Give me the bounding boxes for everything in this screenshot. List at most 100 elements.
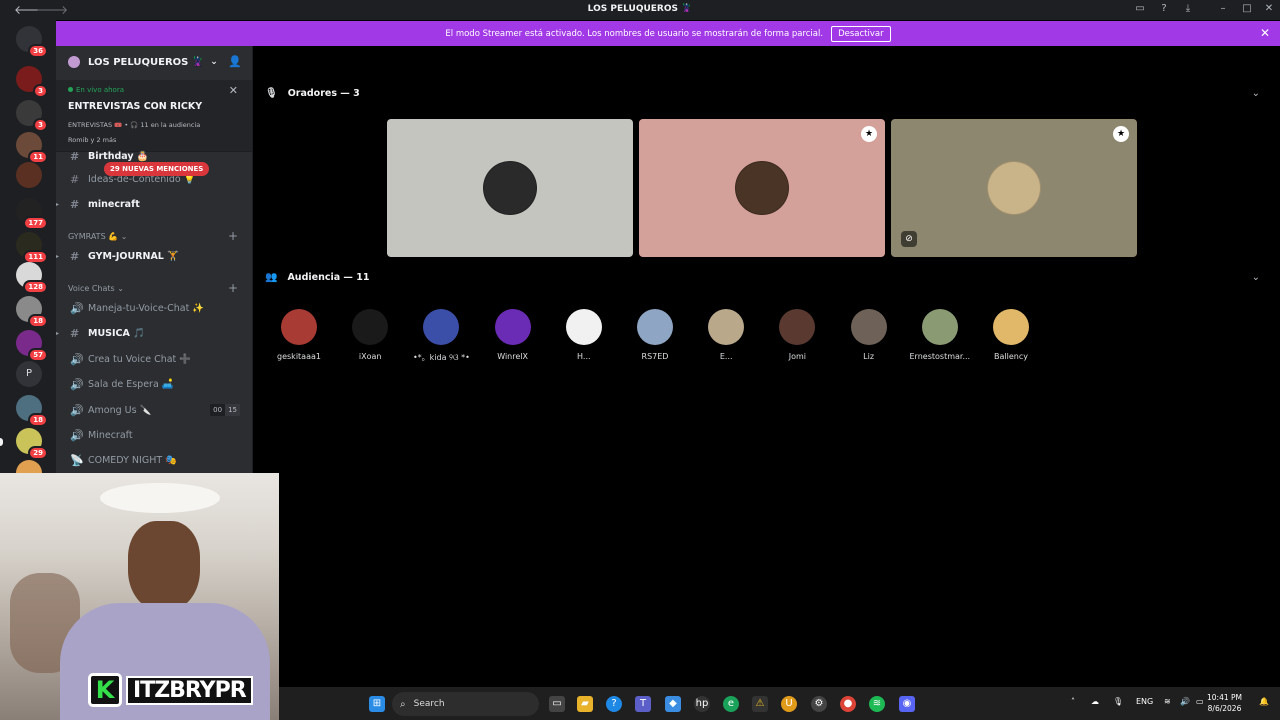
audience-member[interactable]: RS7ED bbox=[622, 309, 688, 361]
logo-k: K bbox=[88, 673, 122, 707]
audience-member[interactable]: Liz bbox=[836, 309, 902, 361]
channel-label: Minecraft bbox=[88, 429, 133, 441]
audience-name: geskitaaa1 bbox=[277, 352, 321, 361]
channel-musica[interactable]: ▸ # MUSICA 🎵 bbox=[56, 323, 252, 343]
maximize-icon[interactable]: □ bbox=[1240, 3, 1254, 14]
hash-icon: # bbox=[70, 172, 80, 186]
audience-member[interactable]: iXoan bbox=[337, 309, 403, 361]
server-icon[interactable]: 128 bbox=[16, 262, 48, 294]
server-icon[interactable]: 111 bbox=[16, 232, 48, 264]
voice-channel[interactable]: 🔊 Sala de Espera 🛋️ bbox=[56, 374, 252, 394]
audience-member[interactable]: Jomi bbox=[764, 309, 830, 361]
voice-channel[interactable]: 🔊 Among Us 🔪 00 15 bbox=[56, 400, 252, 420]
server-icon[interactable]: 3 bbox=[16, 66, 48, 98]
chevron-down-icon[interactable]: ⌄ bbox=[1252, 272, 1260, 283]
category-gymrats[interactable]: GYMRATS 💪 ⌄ + bbox=[68, 229, 238, 243]
server-icon[interactable] bbox=[16, 162, 42, 188]
channel-gym-journal[interactable]: ▸ # GYM-JOURNAL 🏋️ bbox=[56, 246, 252, 266]
server-icon[interactable]: 57 bbox=[16, 330, 48, 362]
stage-channel[interactable]: 📡 COMEDY NIGHT 🎭 bbox=[56, 450, 252, 470]
windows-start-icon[interactable]: ⊞ bbox=[369, 696, 385, 712]
live-label: En vivo ahora bbox=[68, 86, 124, 94]
hash-icon: # bbox=[70, 197, 80, 211]
spotify-icon[interactable]: ≋ bbox=[869, 696, 885, 712]
speaker-icon: 🔊 bbox=[70, 301, 84, 315]
voice-channel[interactable]: 🔊 Minecraft bbox=[56, 425, 252, 445]
new-mentions-pill[interactable]: 29 NUEVAS MENCIONES bbox=[104, 162, 210, 176]
audience-member[interactable]: •*。kida ୨ଓ *• bbox=[408, 309, 474, 363]
tray-expand-icon[interactable]: ˄ bbox=[1071, 697, 1075, 706]
close-banner-icon[interactable]: ✕ bbox=[1260, 26, 1270, 40]
channel-minecraft[interactable]: ▸ # minecraft bbox=[56, 194, 252, 214]
disable-streamer-button[interactable]: Desactivar bbox=[831, 25, 891, 42]
help-icon[interactable]: ? bbox=[1157, 3, 1171, 14]
language-indicator[interactable]: ENG bbox=[1136, 697, 1153, 706]
minimize-icon[interactable]: – bbox=[1216, 3, 1230, 14]
taskbar-search[interactable]: ⌕ Search bbox=[392, 692, 539, 716]
inbox-icon[interactable]: ▭ bbox=[1133, 3, 1147, 14]
speaker-tile[interactable] bbox=[387, 119, 633, 257]
discord-icon[interactable]: ◉ bbox=[899, 696, 915, 712]
badge: 36 bbox=[28, 44, 48, 58]
audience-member[interactable]: Ballency bbox=[978, 309, 1044, 361]
server-icon[interactable]: 11 bbox=[16, 132, 48, 164]
close-window-icon[interactable]: ✕ bbox=[1262, 3, 1276, 14]
close-icon[interactable]: ✕ bbox=[229, 84, 238, 97]
volume-icon[interactable]: 🔊 bbox=[1180, 697, 1190, 706]
teams-icon[interactable]: T bbox=[635, 696, 651, 712]
app-icon[interactable]: U bbox=[781, 696, 797, 712]
channel-label: GYM-JOURNAL 🏋️ bbox=[88, 250, 179, 262]
category-voice-chats[interactable]: Voice Chats ⌄ + bbox=[68, 281, 238, 295]
warning-icon[interactable]: ⚠ bbox=[752, 696, 768, 712]
hp-icon[interactable]: hp bbox=[694, 696, 710, 712]
audience-member[interactable]: Ernestostmar... bbox=[907, 309, 973, 361]
copilot-icon[interactable]: ◆ bbox=[665, 696, 681, 712]
edge-icon[interactable]: e bbox=[723, 696, 739, 712]
search-icon: ⌕ bbox=[400, 698, 406, 710]
direct-messages-icon[interactable]: 36 bbox=[16, 26, 48, 58]
speaker-tile[interactable]: ★ bbox=[639, 119, 885, 257]
task-view-icon[interactable]: ▭ bbox=[549, 696, 565, 712]
microphone-tray-icon[interactable]: 🎙 bbox=[1113, 697, 1123, 706]
server-icon bbox=[68, 56, 80, 68]
help-app-icon[interactable]: ? bbox=[606, 696, 622, 712]
clock[interactable]: 10:41 PM 8/6/2026 bbox=[1207, 692, 1242, 714]
voice-channel[interactable]: 🔊 Maneja-tu-Voice-Chat ✨ bbox=[56, 298, 252, 318]
audience-member[interactable]: E... bbox=[693, 309, 759, 361]
tray-app-icon[interactable]: ☁ bbox=[1091, 697, 1099, 706]
badge: 128 bbox=[23, 280, 48, 294]
avatar bbox=[494, 309, 531, 345]
caret-right-icon: ▸ bbox=[56, 329, 60, 337]
server-icon[interactable]: 18 bbox=[16, 395, 48, 427]
moderator-star-icon: ★ bbox=[1113, 126, 1129, 142]
battery-icon[interactable]: ▭ bbox=[1196, 697, 1204, 706]
server-icon[interactable]: 177 bbox=[16, 198, 48, 230]
server-icon[interactable]: 18 bbox=[16, 296, 48, 328]
chrome-icon[interactable]: ● bbox=[840, 696, 856, 712]
audience-member[interactable]: geskitaaa1 bbox=[266, 309, 332, 361]
invite-people-icon[interactable]: 👤 bbox=[228, 55, 242, 68]
app-icon[interactable]: ⚙ bbox=[811, 696, 827, 712]
audience-member[interactable]: WinrelX bbox=[480, 309, 546, 361]
server-icon[interactable]: P bbox=[16, 361, 42, 387]
server-icon[interactable]: 3 bbox=[16, 100, 48, 132]
badge: 18 bbox=[28, 314, 48, 328]
audience-member[interactable]: H... bbox=[551, 309, 617, 361]
speaker-tile[interactable]: ★ ⊘ bbox=[891, 119, 1137, 257]
add-channel-icon[interactable]: + bbox=[228, 229, 238, 243]
audience-header: 👥 Audiencia — 11 bbox=[265, 272, 370, 283]
audience-name: iXoan bbox=[358, 352, 382, 361]
file-explorer-icon[interactable]: ▰ bbox=[577, 696, 593, 712]
download-icon[interactable]: ⤓ bbox=[1181, 3, 1195, 14]
speaker-icon: 🔊 bbox=[70, 377, 84, 391]
chevron-down-icon[interactable]: ⌄ bbox=[1252, 88, 1260, 99]
wifi-icon[interactable]: ≋ bbox=[1164, 697, 1171, 706]
server-icon[interactable]: 29 bbox=[16, 428, 48, 460]
add-channel-icon[interactable]: + bbox=[228, 281, 238, 295]
notifications-icon[interactable]: 🔔 bbox=[1259, 697, 1269, 706]
live-stage-panel[interactable]: En vivo ahora ENTREVISTAS CON RICKY ENTR… bbox=[56, 80, 252, 152]
live-meta: ENTREVISTAS 🎟️ • 🎧 11 en la audiencia bbox=[68, 121, 201, 129]
audience-name: RS7ED bbox=[641, 352, 669, 361]
server-header[interactable]: LOS PELUQUEROS 🦹 ⌄ 👤 bbox=[56, 46, 252, 78]
voice-channel[interactable]: 🔊 Crea tu Voice Chat ➕ bbox=[56, 349, 252, 369]
